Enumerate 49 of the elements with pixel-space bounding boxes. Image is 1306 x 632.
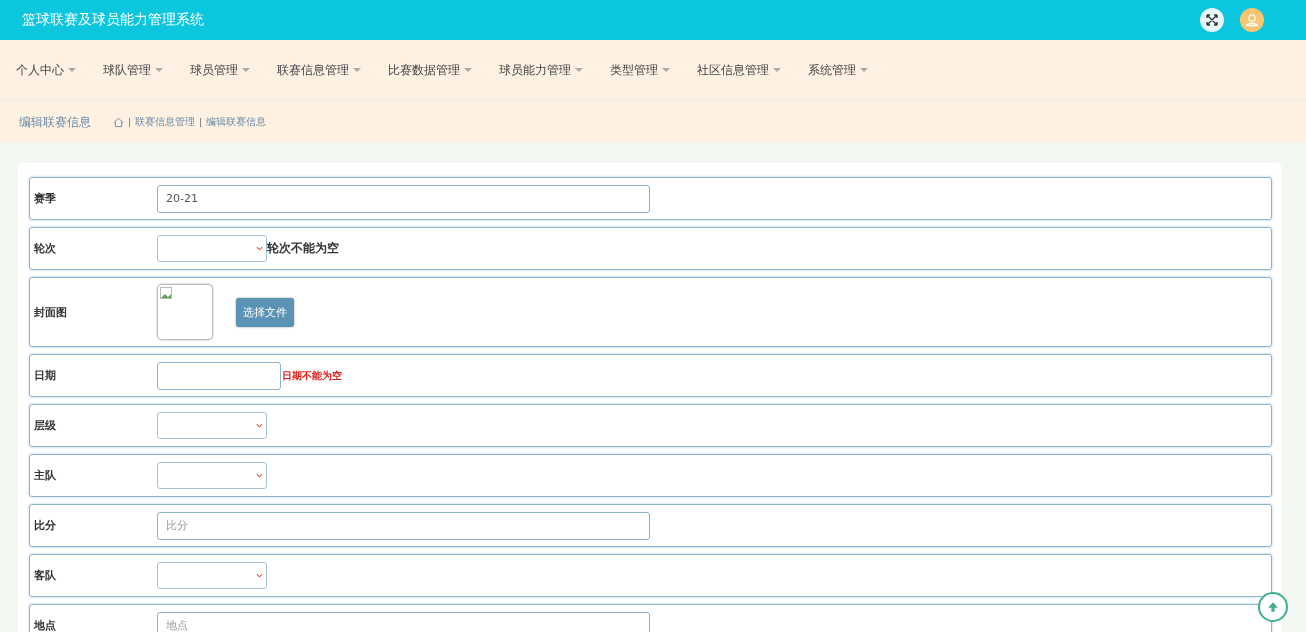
error-message: 轮次不能为空	[267, 240, 339, 257]
chevron-down-icon	[256, 246, 263, 251]
caret-icon	[860, 68, 868, 72]
field-label: 客队	[34, 568, 57, 583]
field-label: 日期	[34, 368, 57, 383]
text-field[interactable]: 地点	[157, 611, 650, 632]
caret-icon	[353, 68, 361, 72]
caret-icon	[155, 68, 163, 72]
caret-icon	[662, 68, 670, 72]
page-title: 编辑联赛信息	[19, 113, 91, 131]
select-field[interactable]	[157, 235, 267, 262]
select-field[interactable]	[157, 462, 267, 489]
select-field[interactable]	[157, 412, 267, 439]
chevron-down-icon	[256, 423, 263, 428]
broken-image-icon	[160, 287, 172, 299]
text-field[interactable]: 20-21	[157, 184, 650, 213]
menu-item[interactable]: 社区信息管理	[697, 61, 781, 79]
field-label: 赛季	[34, 191, 57, 206]
home-icon[interactable]	[113, 116, 124, 128]
avatar-icon[interactable]	[1240, 8, 1264, 32]
field-label: 比分	[34, 518, 57, 533]
error-message: 日期不能为空	[282, 368, 342, 383]
back-to-top-button[interactable]	[1258, 592, 1288, 622]
text-field[interactable]: 比分	[157, 511, 650, 540]
caret-icon	[773, 68, 781, 72]
caret-icon	[242, 68, 250, 72]
select-field[interactable]	[157, 562, 267, 589]
caret-icon	[68, 68, 76, 72]
menu-item[interactable]: 球员能力管理	[499, 61, 583, 79]
menu-item[interactable]: 联赛信息管理	[277, 61, 361, 79]
field-label: 封面图	[34, 304, 68, 320]
field-label: 层级	[34, 418, 57, 433]
chevron-down-icon	[256, 573, 263, 578]
chevron-down-icon	[256, 473, 263, 478]
field-label: 主队	[34, 468, 57, 483]
menu-item[interactable]: 系统管理	[808, 61, 868, 79]
caret-icon	[464, 68, 472, 72]
caret-icon	[575, 68, 583, 72]
menu-item[interactable]: 球员管理	[190, 61, 250, 79]
field-label: 地点	[34, 618, 57, 632]
date-field[interactable]	[157, 361, 281, 390]
menu-item[interactable]: 个人中心	[16, 61, 76, 79]
menu-item[interactable]: 类型管理	[610, 61, 670, 79]
app-title: 篮球联赛及球员能力管理系统	[22, 11, 204, 29]
menu-item[interactable]: 比赛数据管理	[388, 61, 472, 79]
fullscreen-icon[interactable]	[1200, 8, 1224, 32]
menu-item[interactable]: 球队管理	[103, 61, 163, 79]
field-label: 轮次	[34, 241, 57, 256]
breadcrumb-link[interactable]: 编辑联赛信息	[206, 115, 266, 129]
